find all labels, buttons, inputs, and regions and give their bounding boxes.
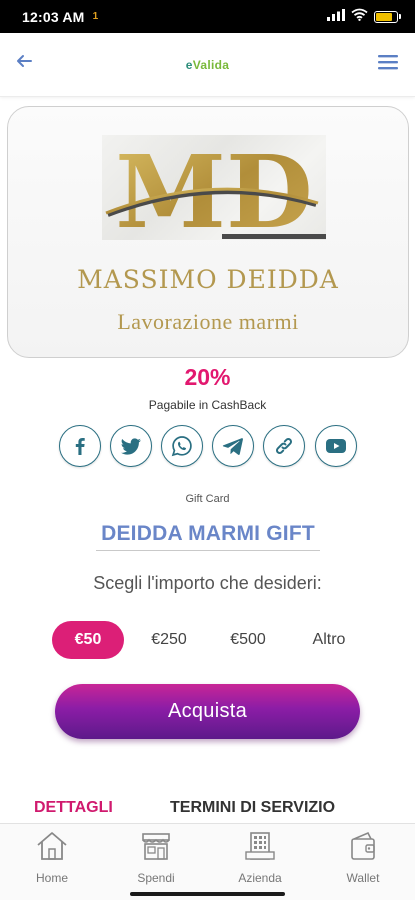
merchant-logo: MD — [102, 133, 326, 251]
nav-home[interactable]: Home — [12, 830, 92, 885]
app-brand: eValida — [0, 58, 415, 72]
brand-name: Valida — [192, 58, 230, 72]
buy-button[interactable]: Acquista — [55, 684, 360, 739]
status-time: 12:03 AM — [22, 8, 85, 25]
nav-wallet[interactable]: Wallet — [323, 830, 403, 885]
share-twitter-button[interactable] — [110, 425, 152, 467]
share-youtube-button[interactable] — [315, 425, 357, 467]
merchant-hero-card: MD MASSIMO DEIDDA Lavorazione marmi — [7, 106, 409, 358]
status-icons — [327, 8, 401, 26]
amount-option-250[interactable]: €250 — [138, 621, 200, 659]
share-telegram-button[interactable] — [212, 425, 254, 467]
youtube-icon — [326, 439, 346, 453]
nav-wallet-label: Wallet — [346, 871, 380, 885]
status-bar: 12:03 AM 1 — [0, 0, 415, 33]
nav-azienda[interactable]: Azienda — [220, 830, 300, 885]
menu-button[interactable] — [377, 52, 399, 72]
battery-fill — [376, 12, 392, 21]
amount-option-500[interactable]: €500 — [217, 621, 279, 659]
wifi-icon — [351, 8, 368, 26]
merchant-name: MASSIMO DEIDDA — [77, 265, 339, 294]
store-icon — [142, 833, 170, 860]
share-whatsapp-button[interactable] — [161, 425, 203, 467]
brand-prefix: e — [185, 58, 193, 72]
home-icon — [37, 832, 67, 860]
home-indicator — [130, 892, 285, 896]
gift-card-label: Gift Card — [185, 493, 230, 505]
app-header: eValida — [0, 33, 415, 97]
battery-icon — [374, 10, 401, 23]
amount-option-50[interactable]: €50 — [52, 621, 124, 659]
amount-options: €50 €250 €500 Altro — [0, 621, 415, 659]
facebook-icon — [75, 438, 85, 455]
amount-option-altro[interactable]: Altro — [298, 621, 360, 659]
whatsapp-icon — [171, 436, 192, 457]
nav-spendi[interactable]: Spendi — [116, 830, 196, 885]
app-notification-icon: 1 — [92, 10, 99, 22]
nav-spendi-label: Spendi — [137, 871, 175, 885]
nav-home-label: Home — [35, 871, 68, 885]
screen: 12:03 AM 1 eValida MD MASSIMO DEIDDA Lav… — [0, 0, 415, 900]
link-icon — [275, 437, 293, 455]
share-row — [59, 425, 361, 469]
tab-terms[interactable]: TERMINI DI SERVIZIO — [170, 799, 335, 817]
gift-card-name: DEIDDA MARMI GIFT — [96, 522, 320, 551]
twitter-icon — [121, 438, 141, 455]
wallet-icon — [351, 831, 375, 860]
logo-monogram: MD — [115, 135, 312, 240]
cashback-label: Pagabile in CashBack — [148, 398, 267, 412]
telegram-icon — [222, 438, 243, 455]
tab-details[interactable]: DETTAGLI — [34, 799, 113, 817]
hamburger-menu-icon — [378, 55, 398, 70]
share-link-button[interactable] — [263, 425, 305, 467]
bottom-nav: Home Spendi Azienda Wallet — [0, 823, 415, 900]
signal-icon — [327, 8, 345, 26]
share-facebook-button[interactable] — [59, 425, 101, 467]
nav-azienda-label: Azienda — [238, 871, 282, 885]
merchant-subtitle: Lavorazione marmi — [117, 309, 299, 334]
building-icon — [245, 832, 275, 860]
cashback-percent: 20% — [184, 364, 231, 390]
choose-amount-label: Scegli l'importo che desideri: — [93, 573, 322, 593]
